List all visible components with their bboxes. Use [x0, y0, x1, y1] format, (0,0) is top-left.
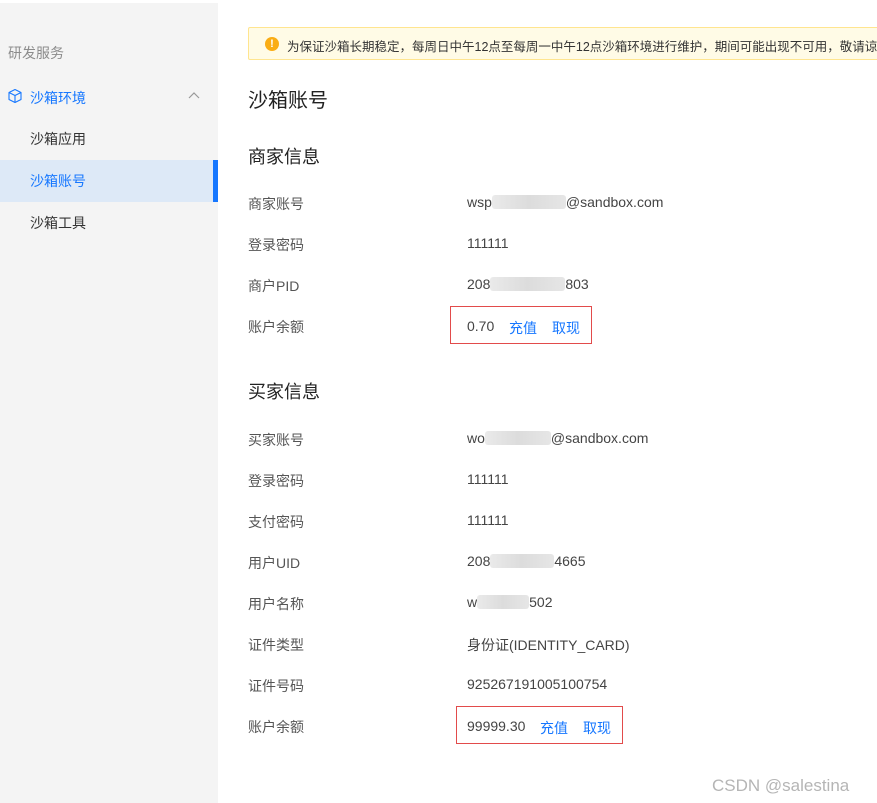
merchant-account-label: 商家账号 [248, 196, 304, 212]
merchant-withdraw-link[interactable]: 取现 [552, 318, 580, 338]
merchant-password-label: 登录密码 [248, 237, 304, 253]
merchant-account-suffix: @sandbox.com [565, 194, 664, 210]
buyer-recharge-link[interactable]: 充值 [540, 718, 568, 738]
merchant-pid-suffix: 803 [565, 276, 589, 292]
merchant-pid-value: 208 803 [467, 276, 589, 292]
buyer-name-value: w 502 [467, 594, 552, 610]
redacted-blur [477, 595, 530, 609]
redacted-blur [490, 277, 566, 291]
redacted-blur [491, 195, 566, 209]
buyer-account-prefix: wo [467, 430, 485, 446]
buyer-uid-value: 208 4665 [467, 553, 586, 569]
buyer-id-number-value: 925267191005100754 [467, 676, 608, 692]
chevron-up-icon[interactable] [188, 91, 200, 99]
buyer-balance-value: 99999.30 [467, 718, 526, 734]
buyer-balance-box: 99999.30 充值 取现 [456, 706, 623, 744]
buyer-withdraw-link[interactable]: 取现 [583, 718, 611, 738]
merchant-account-value: wsp @sandbox.com [467, 194, 663, 210]
buyer-uid-prefix: 208 [467, 553, 491, 569]
buyer-pay-password-label: 支付密码 [248, 514, 304, 530]
warning-icon: ! [265, 37, 279, 51]
buyer-name-label: 用户名称 [248, 596, 304, 612]
sidebar-item-label: 沙箱应用 [30, 131, 86, 147]
sidebar-item-sandbox-tools[interactable]: 沙箱工具 [0, 202, 218, 244]
sidebar-item-label: 沙箱工具 [30, 215, 86, 231]
watermark: CSDN @salestina [712, 776, 850, 795]
sidebar-top-edge [0, 0, 218, 3]
buyer-password-label: 登录密码 [248, 473, 304, 489]
merchant-pid-prefix: 208 [467, 276, 491, 292]
buyer-id-number-label: 证件号码 [248, 678, 304, 694]
buyer-pay-password-value: 111111 [467, 512, 509, 528]
buyer-section-title: 买家信息 [248, 382, 320, 402]
sidebar-group-sandbox[interactable]: 沙箱环境 [0, 86, 218, 108]
notice-text: 为保证沙箱长期稳定，每周日中午12点至每周一中午12点沙箱环境进行维护，期间可能… [287, 40, 877, 54]
buyer-name-suffix: 502 [529, 594, 553, 610]
sidebar-item-sandbox-app[interactable]: 沙箱应用 [0, 118, 218, 160]
merchant-balance-box: 0.70 充值 取现 [450, 306, 592, 344]
buyer-uid-label: 用户UID [248, 555, 301, 571]
buyer-password-value: 111111 [467, 471, 509, 487]
buyer-account-label: 买家账号 [248, 432, 304, 448]
page-title: 沙箱账号 [248, 90, 328, 112]
redacted-blur [490, 554, 555, 568]
buyer-uid-suffix: 4665 [554, 553, 586, 569]
buyer-id-type-label: 证件类型 [248, 637, 304, 653]
buyer-balance-label: 账户余额 [248, 719, 304, 735]
sidebar-item-sandbox-account[interactable]: 沙箱账号 [0, 160, 218, 202]
buyer-account-suffix: @sandbox.com [550, 430, 649, 446]
maintenance-notice: ! 为保证沙箱长期稳定，每周日中午12点至每周一中午12点沙箱环境进行维护，期间… [248, 27, 877, 60]
sidebar-section-title: 研发服务 [8, 45, 64, 61]
merchant-password-value: 111111 [467, 235, 509, 251]
merchant-balance-value: 0.70 [467, 318, 495, 334]
merchant-recharge-link[interactable]: 充值 [509, 318, 537, 338]
merchant-balance-label: 账户余额 [248, 319, 304, 335]
sidebar: 研发服务 沙箱环境 沙箱应用 沙箱账号 沙箱工具 [0, 0, 218, 803]
buyer-account-value: wo @sandbox.com [467, 430, 648, 446]
buyer-id-type-value: 身份证(IDENTITY_CARD) [467, 637, 630, 653]
sidebar-group-label: 沙箱环境 [30, 90, 86, 106]
buyer-name-prefix: w [467, 594, 478, 610]
cube-icon [8, 88, 22, 104]
merchant-section-title: 商家信息 [248, 147, 320, 167]
sidebar-item-label: 沙箱账号 [30, 173, 86, 189]
merchant-account-prefix: wsp [467, 194, 492, 210]
merchant-pid-label: 商户PID [248, 278, 300, 294]
redacted-blur [484, 431, 551, 445]
